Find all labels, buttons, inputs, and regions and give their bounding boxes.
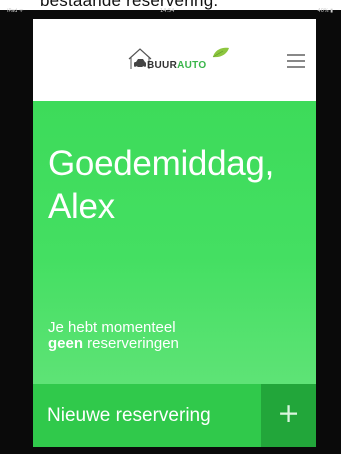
app-screen: BUURAUTO Goedemiddag, Alex Je hebt momen… [33,19,316,447]
logo-wordmark: BUURAUTO [147,60,206,71]
status-rest: reserveringen [83,335,179,352]
logo-text-part1: BUUR [147,60,178,71]
status-line-1: Je hebt momenteel [48,319,176,336]
greeting-line-1: Goedemiddag, [48,144,275,183]
hamburger-menu-icon[interactable] [287,54,305,68]
clock-time: 14:54 [160,8,175,14]
app-header: BUURAUTO [33,19,316,101]
new-reservation-label: Nieuwe reservering [47,405,211,426]
status-line-2: geen reserveringen [48,336,179,352]
buurauto-logo[interactable]: BUURAUTO [125,45,235,71]
greeting-heading: Goedemiddag, Alex [48,142,274,228]
status-bar: iPad ᯤ 14:54 40% ▮ [0,6,341,16]
device-wifi-label: iPad ᯤ [7,8,24,14]
add-reservation-button[interactable]: + [261,384,316,447]
greeting-panel: Goedemiddag, Alex Je hebt momenteel geen… [33,101,316,384]
new-reservation-button[interactable]: Nieuwe reservering [33,384,261,447]
logo-text-part2: AUTO [177,60,207,71]
plus-icon: + [277,398,300,429]
greeting-name: Alex [48,187,115,226]
reservation-status-text: Je hebt momenteel geen reserveringen [48,320,179,352]
status-emphasis: geen [48,335,84,352]
battery-indicator: 40% ▮ [317,8,333,14]
